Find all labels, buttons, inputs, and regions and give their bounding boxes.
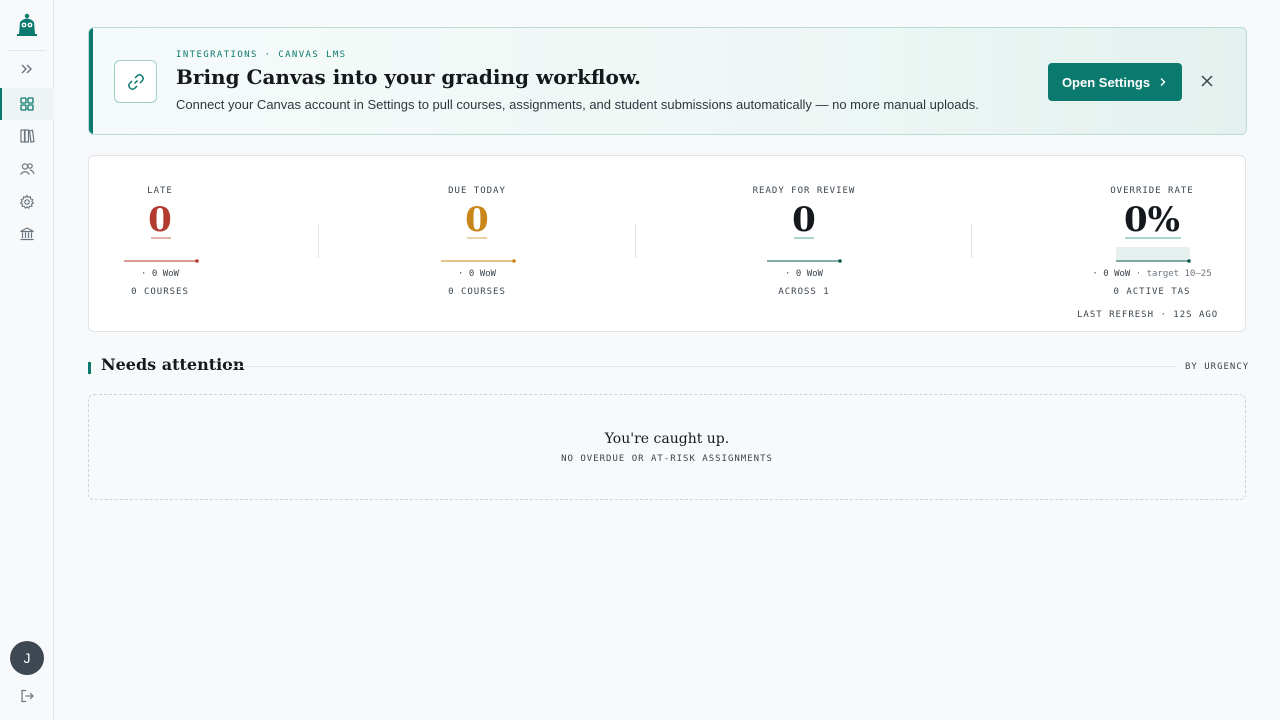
stat-value: 0 bbox=[465, 200, 489, 240]
stat-subtext: ACROSS 1 bbox=[778, 287, 830, 297]
stat-wow-row: · 0 WoW · target 10–25 bbox=[1072, 269, 1232, 279]
sidebar-expand-button[interactable] bbox=[0, 53, 54, 85]
stat-divider bbox=[635, 224, 636, 258]
stat-value: 0% bbox=[1124, 200, 1180, 240]
sidebar-item-courses[interactable] bbox=[0, 120, 54, 152]
section-accent-bar bbox=[88, 362, 91, 374]
close-icon[interactable] bbox=[1199, 73, 1215, 89]
empty-state: You're caught up. NO OVERDUE OR AT-RISK … bbox=[88, 394, 1246, 500]
empty-state-title: You're caught up. bbox=[604, 431, 730, 447]
open-settings-label: Open Settings bbox=[1061, 74, 1151, 90]
stat-value: 0 bbox=[148, 200, 172, 240]
bank-icon bbox=[20, 227, 34, 241]
sidebar-item-dashboard[interactable] bbox=[0, 88, 54, 120]
last-refresh: LAST REFRESH · 12S AGO bbox=[1077, 310, 1219, 320]
stat-underline bbox=[1125, 237, 1181, 239]
grid-icon bbox=[20, 97, 34, 111]
stat-sparkline bbox=[441, 259, 516, 263]
stat-override-rate[interactable]: OVERRIDE RATE 0% · 0 WoW · target 10–25 … bbox=[1072, 156, 1232, 333]
chevron-right-icon bbox=[1160, 78, 1166, 86]
owl-logo-icon[interactable] bbox=[16, 12, 38, 38]
sort-by-urgency[interactable]: BY URGENCY bbox=[1185, 362, 1249, 372]
needs-attention-title: Needs attention bbox=[101, 355, 245, 374]
gear-icon bbox=[19, 194, 35, 210]
link-icon bbox=[127, 73, 144, 90]
section-divider bbox=[226, 366, 1176, 367]
user-avatar[interactable]: J bbox=[10, 641, 44, 675]
stat-wow: · 0 WoW bbox=[785, 269, 823, 279]
stat-subtext: 0 COURSES bbox=[448, 287, 506, 297]
stat-divider bbox=[971, 224, 972, 258]
sidebar: J bbox=[0, 0, 54, 720]
users-icon bbox=[20, 163, 35, 175]
stat-wow: · 0 WoW bbox=[1092, 269, 1131, 279]
stat-label: LATE bbox=[147, 186, 173, 196]
stat-sparkline bbox=[1116, 259, 1191, 263]
banner-description: Connect your Canvas account in Settings … bbox=[176, 97, 979, 112]
stat-target: · target 10–25 bbox=[1135, 269, 1212, 279]
logout-icon[interactable] bbox=[19, 688, 35, 704]
sidebar-item-people[interactable] bbox=[0, 153, 54, 185]
stat-divider bbox=[318, 224, 319, 258]
banner-accent-bar bbox=[89, 28, 93, 134]
avatar-initial: J bbox=[23, 650, 31, 666]
stat-underline bbox=[151, 237, 171, 239]
stat-underline bbox=[794, 237, 814, 239]
stat-label: DUE TODAY bbox=[448, 186, 506, 196]
stat-label: READY FOR REVIEW bbox=[752, 186, 856, 196]
banner-icon-box bbox=[114, 60, 157, 103]
books-icon bbox=[20, 129, 35, 143]
open-settings-button[interactable]: Open Settings bbox=[1048, 63, 1182, 101]
stat-sparkline bbox=[124, 259, 199, 263]
stats-card: LATE 0 · 0 WoW 0 COURSES DUE TODAY 0 · 0… bbox=[88, 155, 1246, 332]
sidebar-item-institution[interactable] bbox=[0, 218, 54, 250]
stat-late[interactable]: LATE 0 · 0 WoW 0 COURSES bbox=[80, 156, 240, 333]
stat-subtext: 0 COURSES bbox=[131, 287, 189, 297]
stat-wow: · 0 WoW bbox=[458, 269, 496, 279]
stat-due-today[interactable]: DUE TODAY 0 · 0 WoW 0 COURSES bbox=[397, 156, 557, 333]
stat-ready-for-review[interactable]: READY FOR REVIEW 0 · 0 WoW ACROSS 1 bbox=[724, 156, 884, 333]
banner-eyebrow: INTEGRATIONS · CANVAS LMS bbox=[176, 50, 347, 60]
stat-underline bbox=[467, 237, 487, 239]
sidebar-item-settings[interactable] bbox=[0, 186, 54, 218]
stat-wow: · 0 WoW bbox=[141, 269, 179, 279]
stat-sparkline bbox=[767, 259, 842, 263]
canvas-integration-banner: INTEGRATIONS · CANVAS LMS Bring Canvas i… bbox=[88, 27, 1247, 135]
double-chevron-right-icon bbox=[21, 64, 32, 74]
sidebar-divider bbox=[8, 50, 46, 51]
banner-title: Bring Canvas into your grading workflow. bbox=[176, 65, 641, 89]
stat-label: OVERRIDE RATE bbox=[1110, 186, 1194, 196]
empty-state-subtitle: NO OVERDUE OR AT-RISK ASSIGNMENTS bbox=[561, 454, 773, 464]
stat-subtext: 0 ACTIVE TAS bbox=[1113, 287, 1191, 297]
stat-value: 0 bbox=[792, 200, 816, 240]
